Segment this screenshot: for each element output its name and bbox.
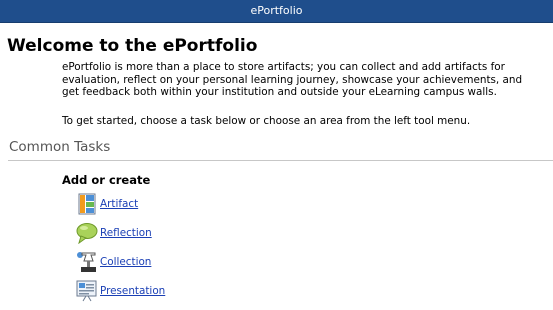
window-title: ePortfolio [250,4,303,17]
intro-line: get feedback both within your institutio… [62,86,497,98]
get-started-text: To get started, choose a task below or c… [62,115,471,127]
presentation-link[interactable]: Presentation [100,285,165,297]
artifact-icon[interactable] [76,193,98,215]
section-divider [8,160,553,161]
window-title-bar: ePortfolio [0,0,553,23]
intro-text: ePortfolio is more than a place to store… [62,61,553,99]
intro-line: ePortfolio is more than a place to store… [62,61,505,73]
common-tasks-heading: Common Tasks [9,139,111,155]
add-or-create-heading: Add or create [62,173,151,187]
task-reflection: Reflection [76,222,152,245]
reflection-icon[interactable] [76,222,98,245]
task-artifact: Artifact [76,193,138,215]
presentation-icon[interactable] [76,280,98,302]
task-collection: Collection [76,251,151,273]
artifact-link[interactable]: Artifact [100,198,138,210]
collection-icon[interactable] [76,251,98,273]
task-presentation: Presentation [76,280,165,302]
page-heading: Welcome to the ePortfolio [7,36,258,56]
intro-line: evaluation, reflect on your personal lea… [62,73,523,86]
collection-link[interactable]: Collection [100,256,151,268]
reflection-link[interactable]: Reflection [100,227,152,239]
